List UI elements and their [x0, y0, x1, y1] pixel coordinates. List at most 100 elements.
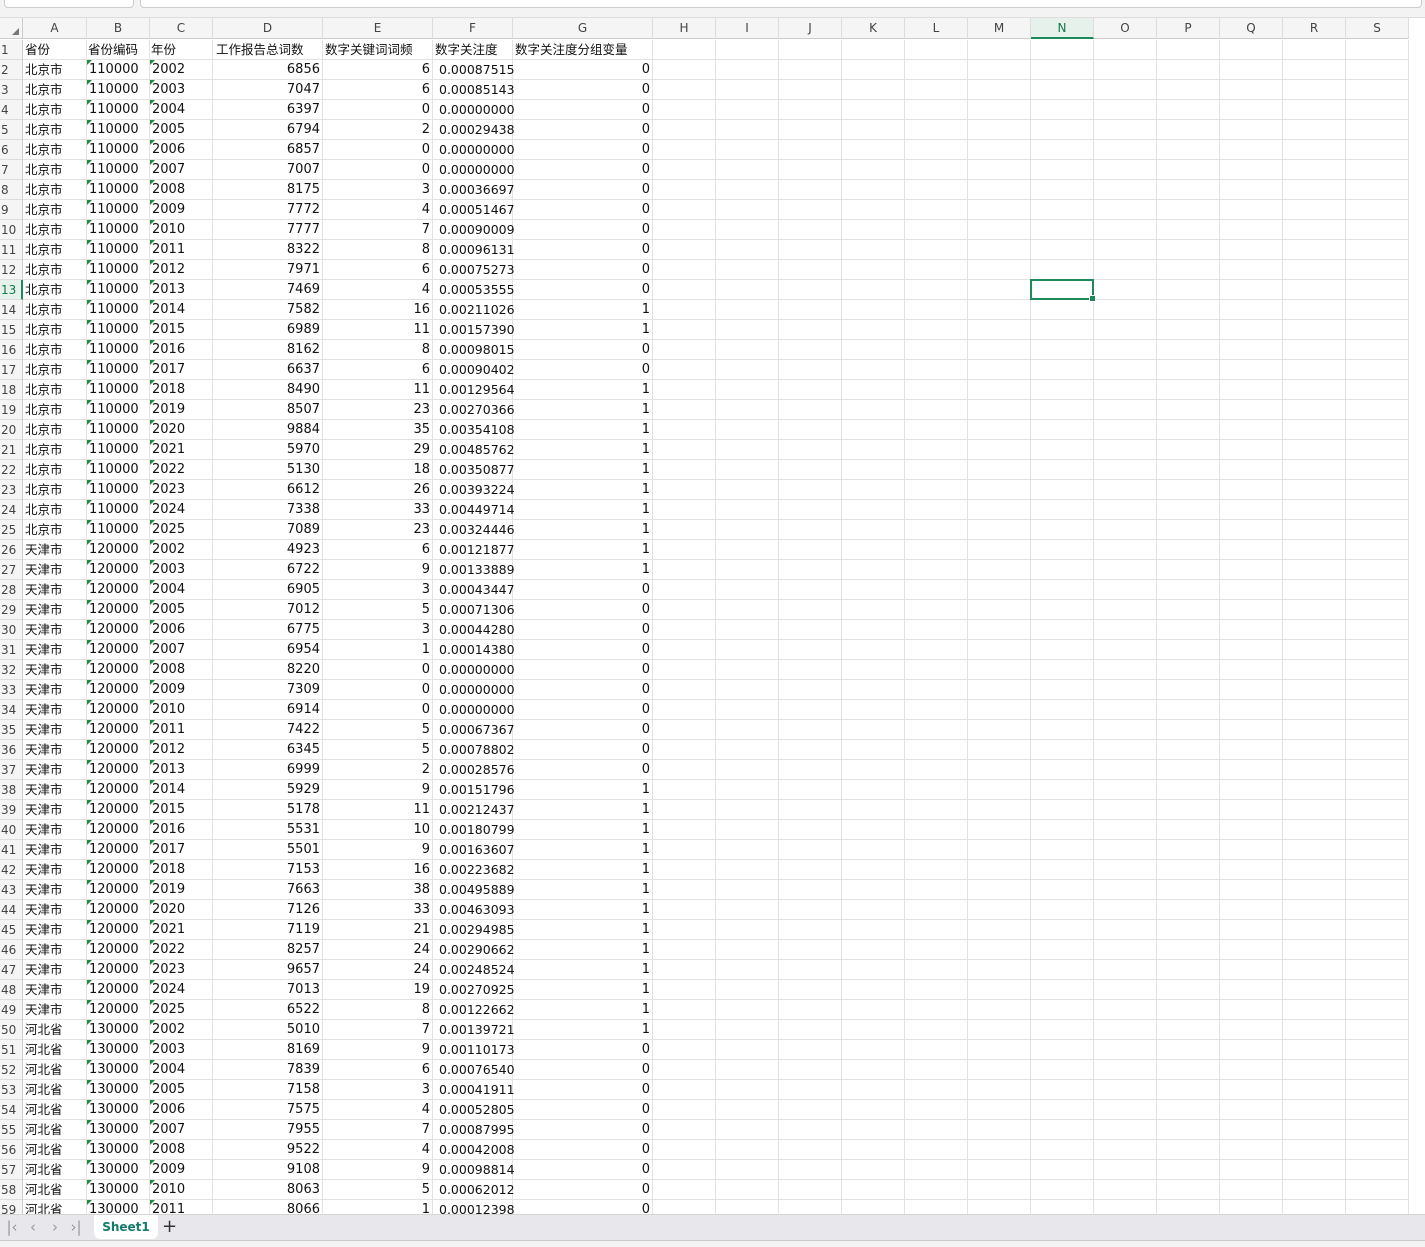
cell-Q50[interactable] [1220, 1020, 1283, 1040]
cell-E23[interactable]: 26 [323, 480, 433, 500]
cell-B23[interactable]: 110000 [87, 480, 150, 500]
cell-S5[interactable] [1346, 120, 1409, 140]
cell-J49[interactable] [779, 1000, 842, 1020]
cell-L4[interactable] [905, 100, 968, 120]
cell-E48[interactable]: 19 [323, 980, 433, 1000]
cell-C28[interactable]: 2004 [150, 580, 213, 600]
column-header-M[interactable]: M [968, 18, 1031, 39]
cell-B5[interactable]: 110000 [87, 120, 150, 140]
cell-S56[interactable] [1346, 1140, 1409, 1160]
cell-N18[interactable] [1031, 380, 1094, 400]
cell-L23[interactable] [905, 480, 968, 500]
cell-D8[interactable]: 8175 [213, 180, 323, 200]
cell-M1[interactable] [968, 40, 1031, 60]
cell-F29[interactable]: 0.00071306 [433, 600, 515, 620]
cell-P24[interactable] [1157, 500, 1220, 520]
cell-I58[interactable] [716, 1180, 779, 1200]
cell-P38[interactable] [1157, 780, 1220, 800]
cell-C49[interactable]: 2025 [150, 1000, 213, 1020]
cell-D47[interactable]: 9657 [213, 960, 323, 980]
cell-J47[interactable] [779, 960, 842, 980]
cell-D35[interactable]: 7422 [213, 720, 323, 740]
cell-S20[interactable] [1346, 420, 1409, 440]
cell-J31[interactable] [779, 640, 842, 660]
cell-A24[interactable]: 北京市 [23, 500, 87, 520]
cell-N9[interactable] [1031, 200, 1094, 220]
cell-H34[interactable] [653, 700, 716, 720]
cell-N8[interactable] [1031, 180, 1094, 200]
cell-S12[interactable] [1346, 260, 1409, 280]
cell-O9[interactable] [1094, 200, 1157, 220]
cell-I38[interactable] [716, 780, 779, 800]
cell-H43[interactable] [653, 880, 716, 900]
cell-I28[interactable] [716, 580, 779, 600]
cell-D30[interactable]: 6775 [213, 620, 323, 640]
cell-E1[interactable]: 数字关键词词频 [323, 40, 433, 60]
cell-N10[interactable] [1031, 220, 1094, 240]
cell-H5[interactable] [653, 120, 716, 140]
cell-D51[interactable]: 8169 [213, 1040, 323, 1060]
cell-O2[interactable] [1094, 60, 1157, 80]
cell-M4[interactable] [968, 100, 1031, 120]
cell-F42[interactable]: 0.00223682 [433, 860, 515, 880]
cell-N23[interactable] [1031, 480, 1094, 500]
cell-Q54[interactable] [1220, 1100, 1283, 1120]
cell-L40[interactable] [905, 820, 968, 840]
cell-H10[interactable] [653, 220, 716, 240]
cell-J4[interactable] [779, 100, 842, 120]
cell-F54[interactable]: 0.00052805 [433, 1100, 515, 1120]
cell-L58[interactable] [905, 1180, 968, 1200]
cell-J29[interactable] [779, 600, 842, 620]
row-header[interactable]: 25 [0, 520, 23, 540]
cell-P14[interactable] [1157, 300, 1220, 320]
cell-D27[interactable]: 6722 [213, 560, 323, 580]
cell-Q30[interactable] [1220, 620, 1283, 640]
cell-A35[interactable]: 天津市 [23, 720, 87, 740]
cell-N54[interactable] [1031, 1100, 1094, 1120]
cell-A14[interactable]: 北京市 [23, 300, 87, 320]
cell-M33[interactable] [968, 680, 1031, 700]
cell-E55[interactable]: 7 [323, 1120, 433, 1140]
cell-J33[interactable] [779, 680, 842, 700]
cell-R16[interactable] [1283, 340, 1346, 360]
cell-O16[interactable] [1094, 340, 1157, 360]
cell-Q36[interactable] [1220, 740, 1283, 760]
cell-R18[interactable] [1283, 380, 1346, 400]
cell-K31[interactable] [842, 640, 905, 660]
cell-O28[interactable] [1094, 580, 1157, 600]
cell-F33[interactable]: 0.00000000 [433, 680, 515, 700]
cell-Q4[interactable] [1220, 100, 1283, 120]
cell-M38[interactable] [968, 780, 1031, 800]
cell-M39[interactable] [968, 800, 1031, 820]
cell-N19[interactable] [1031, 400, 1094, 420]
cell-S48[interactable] [1346, 980, 1409, 1000]
cell-L8[interactable] [905, 180, 968, 200]
cell-P10[interactable] [1157, 220, 1220, 240]
cell-H37[interactable] [653, 760, 716, 780]
cell-C43[interactable]: 2019 [150, 880, 213, 900]
cell-G31[interactable]: 0 [513, 640, 653, 660]
cell-F1[interactable]: 数字关注度 [433, 40, 513, 60]
cell-S57[interactable] [1346, 1160, 1409, 1180]
cell-M56[interactable] [968, 1140, 1031, 1160]
cell-F46[interactable]: 0.00290662 [433, 940, 515, 960]
cell-C1[interactable]: 年份 [150, 40, 213, 60]
cell-C12[interactable]: 2012 [150, 260, 213, 280]
cell-R8[interactable] [1283, 180, 1346, 200]
cell-O39[interactable] [1094, 800, 1157, 820]
cell-Q11[interactable] [1220, 240, 1283, 260]
cell-S13[interactable] [1346, 280, 1409, 300]
cell-D33[interactable]: 7309 [213, 680, 323, 700]
cell-B32[interactable]: 120000 [87, 660, 150, 680]
cell-I40[interactable] [716, 820, 779, 840]
cell-O52[interactable] [1094, 1060, 1157, 1080]
cell-B43[interactable]: 120000 [87, 880, 150, 900]
row-header[interactable]: 33 [0, 680, 23, 700]
cell-R24[interactable] [1283, 500, 1346, 520]
cell-C56[interactable]: 2008 [150, 1140, 213, 1160]
cell-R10[interactable] [1283, 220, 1346, 240]
row-header[interactable]: 31 [0, 640, 23, 660]
cell-J52[interactable] [779, 1060, 842, 1080]
column-header-H[interactable]: H [653, 18, 716, 39]
cell-M31[interactable] [968, 640, 1031, 660]
